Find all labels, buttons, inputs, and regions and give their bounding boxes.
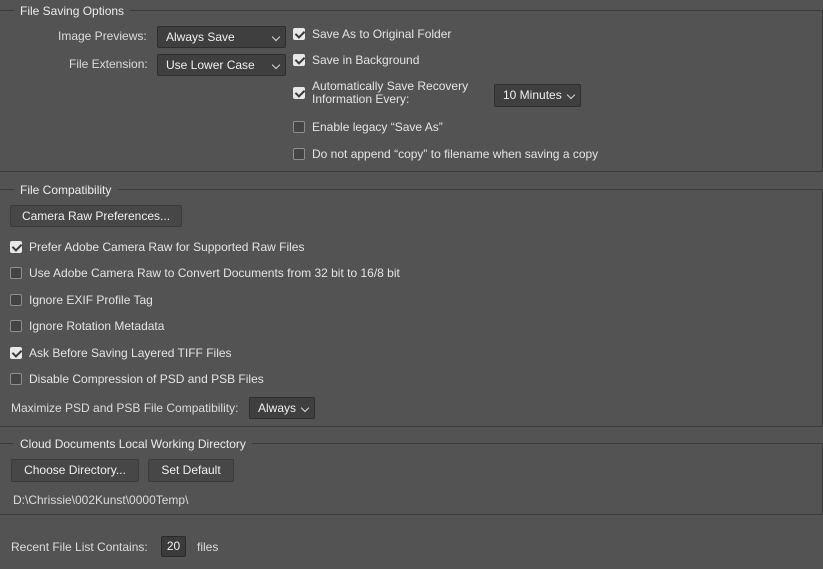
file-compat-title: File Compatibility [14, 183, 118, 197]
recovery-interval-value: 10 Minutes [503, 88, 562, 102]
save-as-original-checkbox[interactable]: Save As to Original Folder [293, 27, 451, 41]
disable-compression-checkbox[interactable]: Disable Compression of PSD and PSB Files [10, 372, 264, 386]
recovery-interval-select[interactable]: 10 Minutes [494, 84, 581, 107]
file-saving-title: File Saving Options [14, 4, 131, 18]
chevron-down-icon [300, 403, 310, 413]
save-in-background-label: Save in Background [312, 53, 420, 67]
maximize-compat-label: Maximize PSD and PSB File Compatibility: [11, 401, 239, 415]
checkbox-checked-icon [293, 87, 305, 99]
save-as-original-label: Save As to Original Folder [312, 27, 452, 41]
auto-save-recovery-label: Automatically Save Recovery Information … [312, 80, 468, 106]
checkbox-unchecked-icon [293, 121, 305, 133]
checkbox-unchecked-icon [10, 267, 22, 279]
file-extension-select[interactable]: Use Lower Case [157, 54, 286, 76]
save-in-background-checkbox[interactable]: Save in Background [293, 53, 419, 67]
auto-save-recovery-checkbox[interactable]: Automatically Save Recovery Information … [293, 80, 468, 106]
maximize-compat-value: Always [258, 401, 297, 415]
prefer-acr-label: Prefer Adobe Camera Raw for Supported Ra… [29, 240, 305, 254]
auto-save-recovery-line2: Information Every: [312, 92, 410, 106]
legacy-save-as-checkbox[interactable]: Enable legacy “Save As” [293, 120, 443, 134]
ignore-exif-checkbox[interactable]: Ignore EXIF Profile Tag [10, 293, 153, 307]
image-previews-select[interactable]: Always Save [157, 26, 286, 48]
directory-path: D:\Chrissie\002Kunst\0000Temp\ [13, 493, 189, 507]
chevron-down-icon [566, 90, 576, 100]
ignore-exif-label: Ignore EXIF Profile Tag [29, 293, 153, 307]
choose-directory-button[interactable]: Choose Directory... [11, 459, 139, 482]
checkbox-unchecked-icon [293, 148, 305, 160]
checkbox-checked-icon [10, 241, 22, 253]
recent-files-count-input[interactable]: 20 [161, 536, 186, 557]
ignore-rotation-checkbox[interactable]: Ignore Rotation Metadata [10, 319, 164, 333]
checkbox-checked-icon [10, 347, 22, 359]
no-append-copy-checkbox[interactable]: Do not append “copy” to filename when sa… [293, 147, 598, 161]
maximize-compat-select[interactable]: Always [249, 397, 315, 419]
image-previews-label: Image Previews: [58, 29, 147, 43]
file-extension-label: File Extension: [69, 57, 148, 71]
checkbox-checked-icon [293, 28, 305, 40]
checkbox-unchecked-icon [10, 294, 22, 306]
acr-convert-checkbox[interactable]: Use Adobe Camera Raw to Convert Document… [10, 266, 400, 280]
camera-raw-preferences-button[interactable]: Camera Raw Preferences... [10, 205, 182, 227]
legacy-save-as-label: Enable legacy “Save As” [312, 120, 443, 134]
disable-compression-label: Disable Compression of PSD and PSB Files [29, 372, 264, 386]
ask-tiff-checkbox[interactable]: Ask Before Saving Layered TIFF Files [10, 346, 232, 360]
ask-tiff-label: Ask Before Saving Layered TIFF Files [29, 346, 232, 360]
chevron-down-icon [271, 60, 281, 70]
cloud-docs-title: Cloud Documents Local Working Directory [14, 437, 252, 451]
no-append-copy-label: Do not append “copy” to filename when sa… [312, 147, 599, 161]
prefer-acr-checkbox[interactable]: Prefer Adobe Camera Raw for Supported Ra… [10, 240, 304, 254]
checkbox-checked-icon [293, 54, 305, 66]
recent-files-label: Recent File List Contains: [11, 540, 148, 554]
ignore-rotation-label: Ignore Rotation Metadata [29, 319, 165, 333]
set-default-button[interactable]: Set Default [148, 459, 234, 482]
recent-files-suffix: files [197, 540, 219, 554]
image-previews-value: Always Save [166, 30, 235, 44]
acr-convert-label: Use Adobe Camera Raw to Convert Document… [29, 266, 400, 280]
checkbox-unchecked-icon [10, 320, 22, 332]
chevron-down-icon [271, 32, 281, 42]
file-extension-value: Use Lower Case [166, 58, 255, 72]
checkbox-unchecked-icon [10, 373, 22, 385]
